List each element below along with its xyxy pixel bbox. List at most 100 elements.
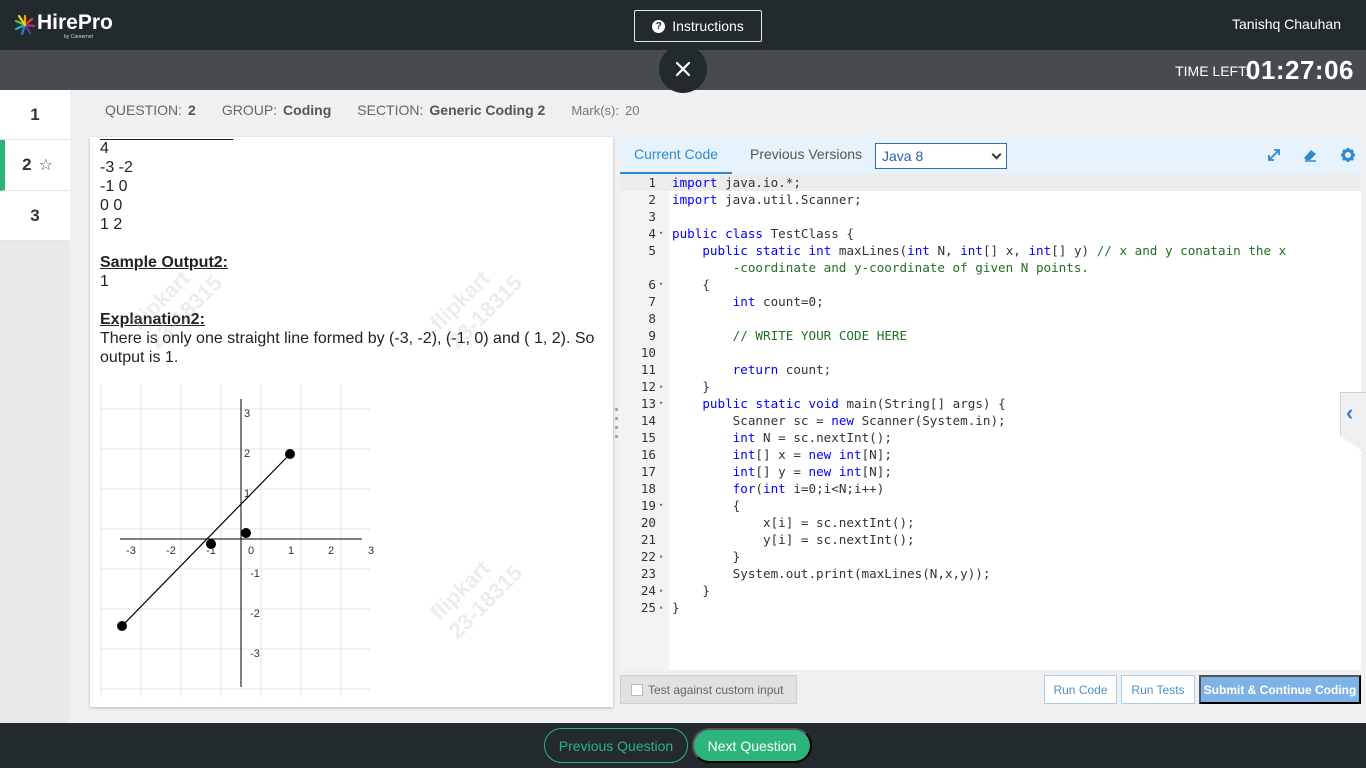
tab-previous-versions[interactable]: Previous Versions (750, 137, 862, 174)
line-number: 13 (640, 396, 656, 411)
line-number: 12 (640, 379, 656, 394)
line-number: 19 (640, 498, 656, 513)
watermark: flipkart 23-18315 (425, 555, 528, 644)
x-tick-label: -3 (126, 545, 136, 557)
submit-continue-button[interactable]: Submit & Continue Coding (1199, 675, 1361, 704)
section-label: SECTION: (357, 102, 424, 118)
code-line[interactable]: 2 import java.util.Scanner; (620, 191, 1361, 208)
code-text: for(int i=0;i<N;i++) (732, 481, 885, 496)
code-line[interactable]: 21 y[i] = sc.nextInt(); (620, 531, 1361, 548)
question-nav-item-1[interactable]: 1 (0, 90, 70, 140)
code-line[interactable]: 16 int[] x = new int[N]; (620, 446, 1361, 463)
code-line[interactable]: 11 return count; (620, 361, 1361, 378)
chevron-down-icon (991, 149, 1002, 159)
question-value: 2 (188, 102, 196, 118)
code-line[interactable]: 3 (620, 208, 1361, 225)
code-line[interactable]: 24 ▴ } (620, 582, 1361, 599)
question-nav-item-2[interactable]: 2 ☆ (0, 140, 70, 191)
previous-question-button[interactable]: Previous Question (544, 728, 688, 763)
fold-up-icon[interactable]: ▴ (659, 582, 663, 599)
code-text: x[i] = sc.nextInt(); (672, 515, 915, 530)
line-number: 7 (648, 294, 656, 309)
line-number: 24 (640, 583, 656, 598)
code-text: import java.io.*; (672, 175, 801, 190)
code-line[interactable]: 10 (620, 344, 1361, 361)
x-tick-label: -2 (166, 545, 176, 557)
sample-input-line: 0 0 (100, 197, 123, 214)
line-number: 10 (640, 345, 656, 360)
next-question-button[interactable]: Next Question (692, 728, 812, 763)
eraser-icon[interactable] (1302, 147, 1318, 163)
code-text: public class TestClass { (672, 226, 855, 241)
problem-statement-panel: 4 -3 -2 -1 0 0 0 1 2 Sample Output2: 1 E… (90, 137, 613, 707)
code-line[interactable]: 14 Scanner sc = new Scanner(System.in); (620, 412, 1361, 429)
run-tests-button[interactable]: Run Tests (1121, 675, 1195, 704)
custom-input-toggle[interactable]: Test against custom input (620, 675, 797, 704)
sample-input-line: -1 0 (100, 178, 128, 195)
panel-resize-handle[interactable] (613, 408, 619, 438)
instructions-button[interactable]: ? Instructions (634, 10, 762, 42)
run-code-button[interactable]: Run Code (1044, 675, 1117, 704)
code-line[interactable]: 22 ▴ } (620, 548, 1361, 565)
close-button[interactable] (659, 45, 707, 93)
fold-down-icon[interactable]: ▾ (659, 276, 663, 293)
code-line[interactable]: 8 (620, 310, 1361, 327)
code-area[interactable]: 1 import java.io.*; 2 import java.util.Scan… (620, 174, 1361, 670)
chevron-left-icon[interactable]: ‹ (1346, 400, 1353, 426)
star-icon[interactable]: ☆ (39, 155, 53, 175)
fold-up-icon[interactable]: ▴ (659, 548, 663, 565)
line-number: 23 (640, 566, 656, 581)
fold-down-icon[interactable]: ▾ (659, 497, 663, 514)
sample-input-line: 1 2 (100, 216, 123, 233)
code-text: int[] x = new int[N]; (732, 447, 892, 462)
code-line[interactable]: 5 public static int maxLines(int N, int[… (620, 242, 1361, 259)
question-nav-item-3[interactable]: 3 (0, 191, 70, 241)
language-select[interactable]: Java 8 (875, 143, 1007, 169)
code-text: // WRITE YOUR CODE HERE (732, 328, 908, 343)
code-line[interactable]: 7 int count=0; (620, 293, 1361, 310)
line-number: 9 (648, 328, 656, 343)
code-line[interactable]: 13 ▾ public static void main(String[] arg… (620, 395, 1361, 412)
fold-down-icon[interactable]: ▾ (659, 225, 663, 242)
y-tick-label: 2 (244, 448, 250, 460)
code-line[interactable]: 9 // WRITE YOUR CODE HERE (620, 327, 1361, 344)
code-line[interactable]: 20 x[i] = sc.nextInt(); (620, 514, 1361, 531)
username[interactable]: Tanishq Chauhan (1232, 16, 1341, 32)
expand-icon[interactable] (1266, 147, 1282, 163)
question-navigator: 1 2 ☆ 3 (0, 90, 70, 723)
question-label: QUESTION: (105, 102, 183, 118)
code-line[interactable]: 25 ▴} (620, 599, 1361, 616)
fold-up-icon[interactable]: ▴ (659, 599, 663, 616)
line-number: 1 (648, 175, 656, 190)
code-line[interactable]: 6 ▾ { (620, 276, 1361, 293)
code-line[interactable]: 19 ▾ { (620, 497, 1361, 514)
code-text: public static int maxLines(int N, int[] … (702, 243, 1287, 258)
line-number: 2 (648, 192, 656, 207)
code-line[interactable]: 15 int N = sc.nextInt(); (620, 429, 1361, 446)
fold-down-icon[interactable]: ▾ (659, 395, 663, 412)
code-line[interactable]: 18 for(int i=0;i<N;i++) (620, 480, 1361, 497)
x-tick-label: 0 (248, 545, 254, 557)
fold-up-icon[interactable]: ▴ (659, 378, 663, 395)
line-number: 16 (640, 447, 656, 462)
settings-gear-icon[interactable] (1340, 147, 1356, 163)
time-left-label: TIME LEFT: (1175, 63, 1249, 79)
tab-current-code[interactable]: Current Code (620, 137, 732, 174)
line-number: 5 (648, 243, 656, 258)
code-line[interactable]: 23 System.out.print(maxLines(N,x,y)); (620, 565, 1361, 582)
sample-output-heading: Sample Output2: (100, 254, 229, 271)
code-text: return count; (732, 362, 832, 377)
x-tick-label: 1 (288, 545, 294, 557)
code-text: System.out.print(maxLines(N,x,y)); (672, 566, 991, 581)
code-line[interactable]: 4 ▾ public class TestClass { (620, 225, 1361, 242)
code-line[interactable]: 12 ▴ } (620, 378, 1361, 395)
marks-value: 20 (624, 103, 640, 118)
code-line[interactable]: -coordinate and y-coordinate of given N … (620, 259, 1361, 276)
line-number: 20 (640, 515, 656, 530)
custom-input-checkbox[interactable] (631, 683, 643, 696)
code-line[interactable]: 17 int[] y = new int[N]; (620, 463, 1361, 480)
code-line[interactable]: 1 import java.io.*; (620, 174, 1361, 191)
line-number: 6 (648, 277, 656, 292)
editor-toolbar: Current Code Previous Versions Java 8 (620, 137, 1361, 174)
section-value: Generic Coding 2 (429, 102, 546, 118)
